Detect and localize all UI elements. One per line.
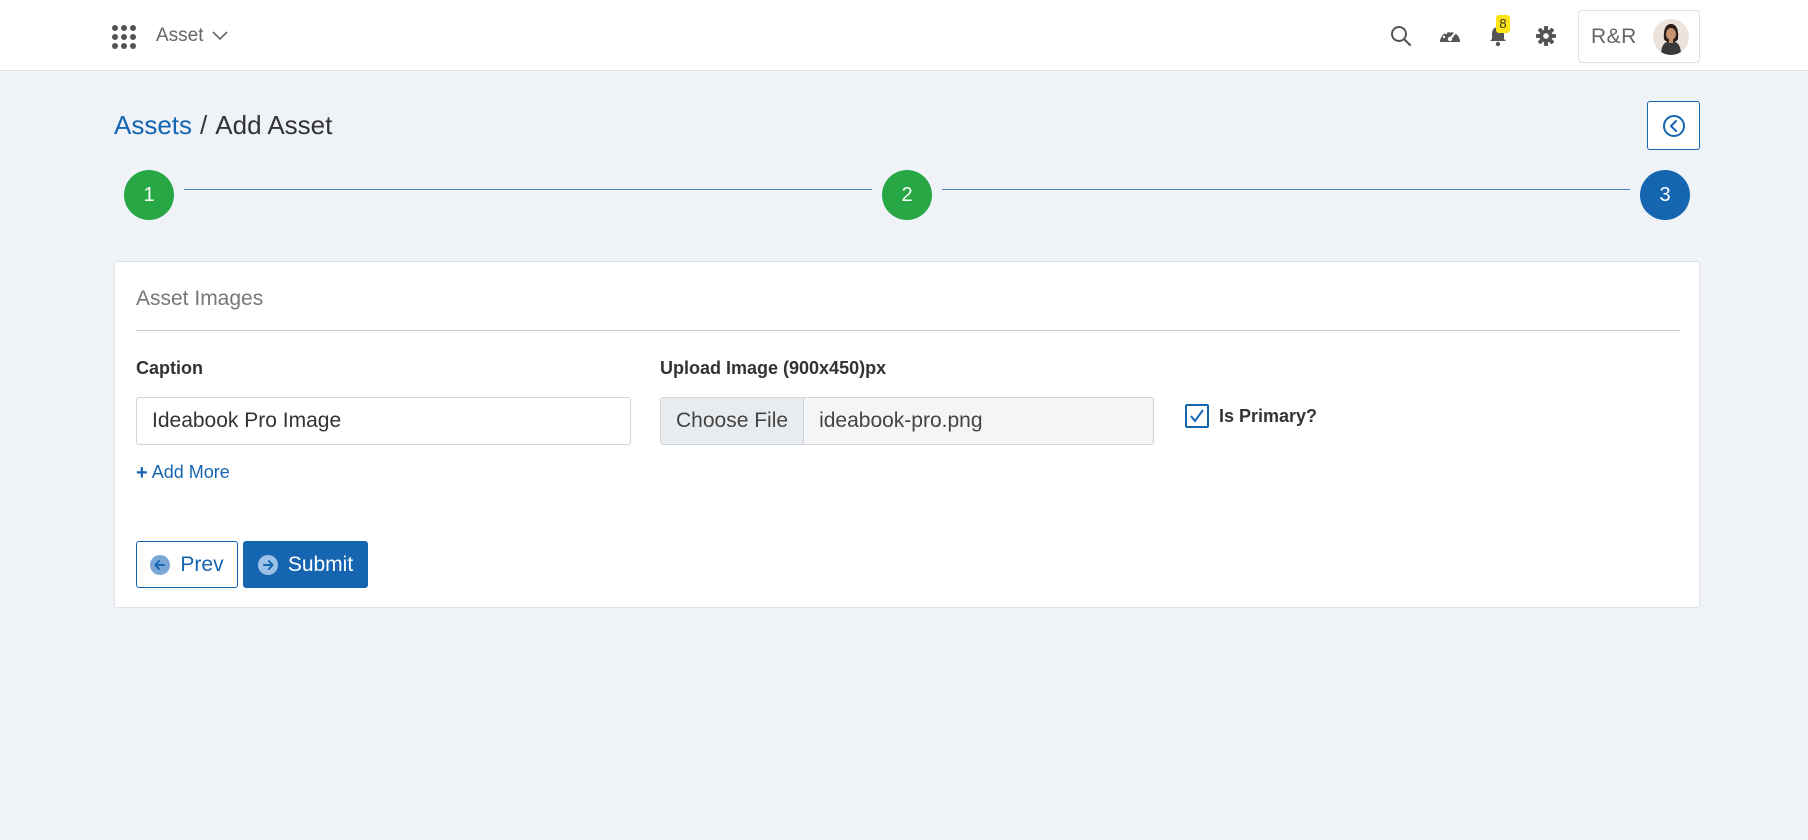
checkbox[interactable] [1185,404,1209,428]
add-more-link[interactable]: + Add More [136,462,230,483]
prev-button[interactable]: Prev [136,541,238,588]
step-connector [942,189,1630,190]
step-connector [184,189,872,190]
prev-label: Prev [180,552,224,576]
file-name: ideabook-pro.png [819,409,983,432]
is-primary-checkbox[interactable]: Is Primary? [1185,404,1317,428]
gear-icon[interactable] [1530,20,1562,52]
add-more-label: Add More [151,462,230,482]
search-icon[interactable] [1385,20,1417,52]
breadcrumb-assets-link[interactable]: Assets [114,110,192,141]
page-title: Add Asset [215,110,333,140]
user-menu[interactable]: R&R [1578,10,1700,63]
caption-input[interactable] [136,397,631,445]
chevron-down-icon [211,31,228,41]
app-name: Asset [156,25,204,46]
dashboard-icon[interactable] [1434,20,1466,52]
divider [136,330,1680,331]
choose-file-button[interactable]: Choose File [661,398,805,444]
avatar [1653,19,1689,55]
arrow-left-circle-icon [150,554,171,575]
top-navbar: Asset 8 R&R [0,0,1808,71]
app-switcher[interactable]: Asset [156,22,228,50]
asset-images-card: Asset Images Caption Upload Image (900x4… [114,261,1700,608]
user-name: R&R [1591,24,1637,48]
plus-icon: + [136,461,148,484]
apps-grid-icon[interactable] [112,25,136,49]
step-2[interactable]: 2 [882,170,932,220]
section-title: Asset Images [136,287,264,310]
checkmark-icon [1190,409,1204,423]
upload-image-label: Upload Image (900x450)px [660,358,887,378]
caption-label: Caption [136,358,203,378]
submit-label: Submit [287,552,354,576]
circle-chevron-left-icon [1662,114,1685,137]
submit-button[interactable]: Submit [243,541,368,588]
is-primary-label: Is Primary? [1219,405,1318,426]
upload-image-input[interactable]: Choose File ideabook-pro.png [660,397,1154,445]
arrow-right-circle-icon [257,554,278,575]
breadcrumb: Assets / Add Asset [114,110,332,141]
breadcrumb-separator: / [200,110,208,140]
back-button[interactable] [1647,101,1700,150]
step-1[interactable]: 1 [124,170,174,220]
step-3[interactable]: 3 [1640,170,1690,220]
notification-badge: 8 [1496,15,1510,33]
